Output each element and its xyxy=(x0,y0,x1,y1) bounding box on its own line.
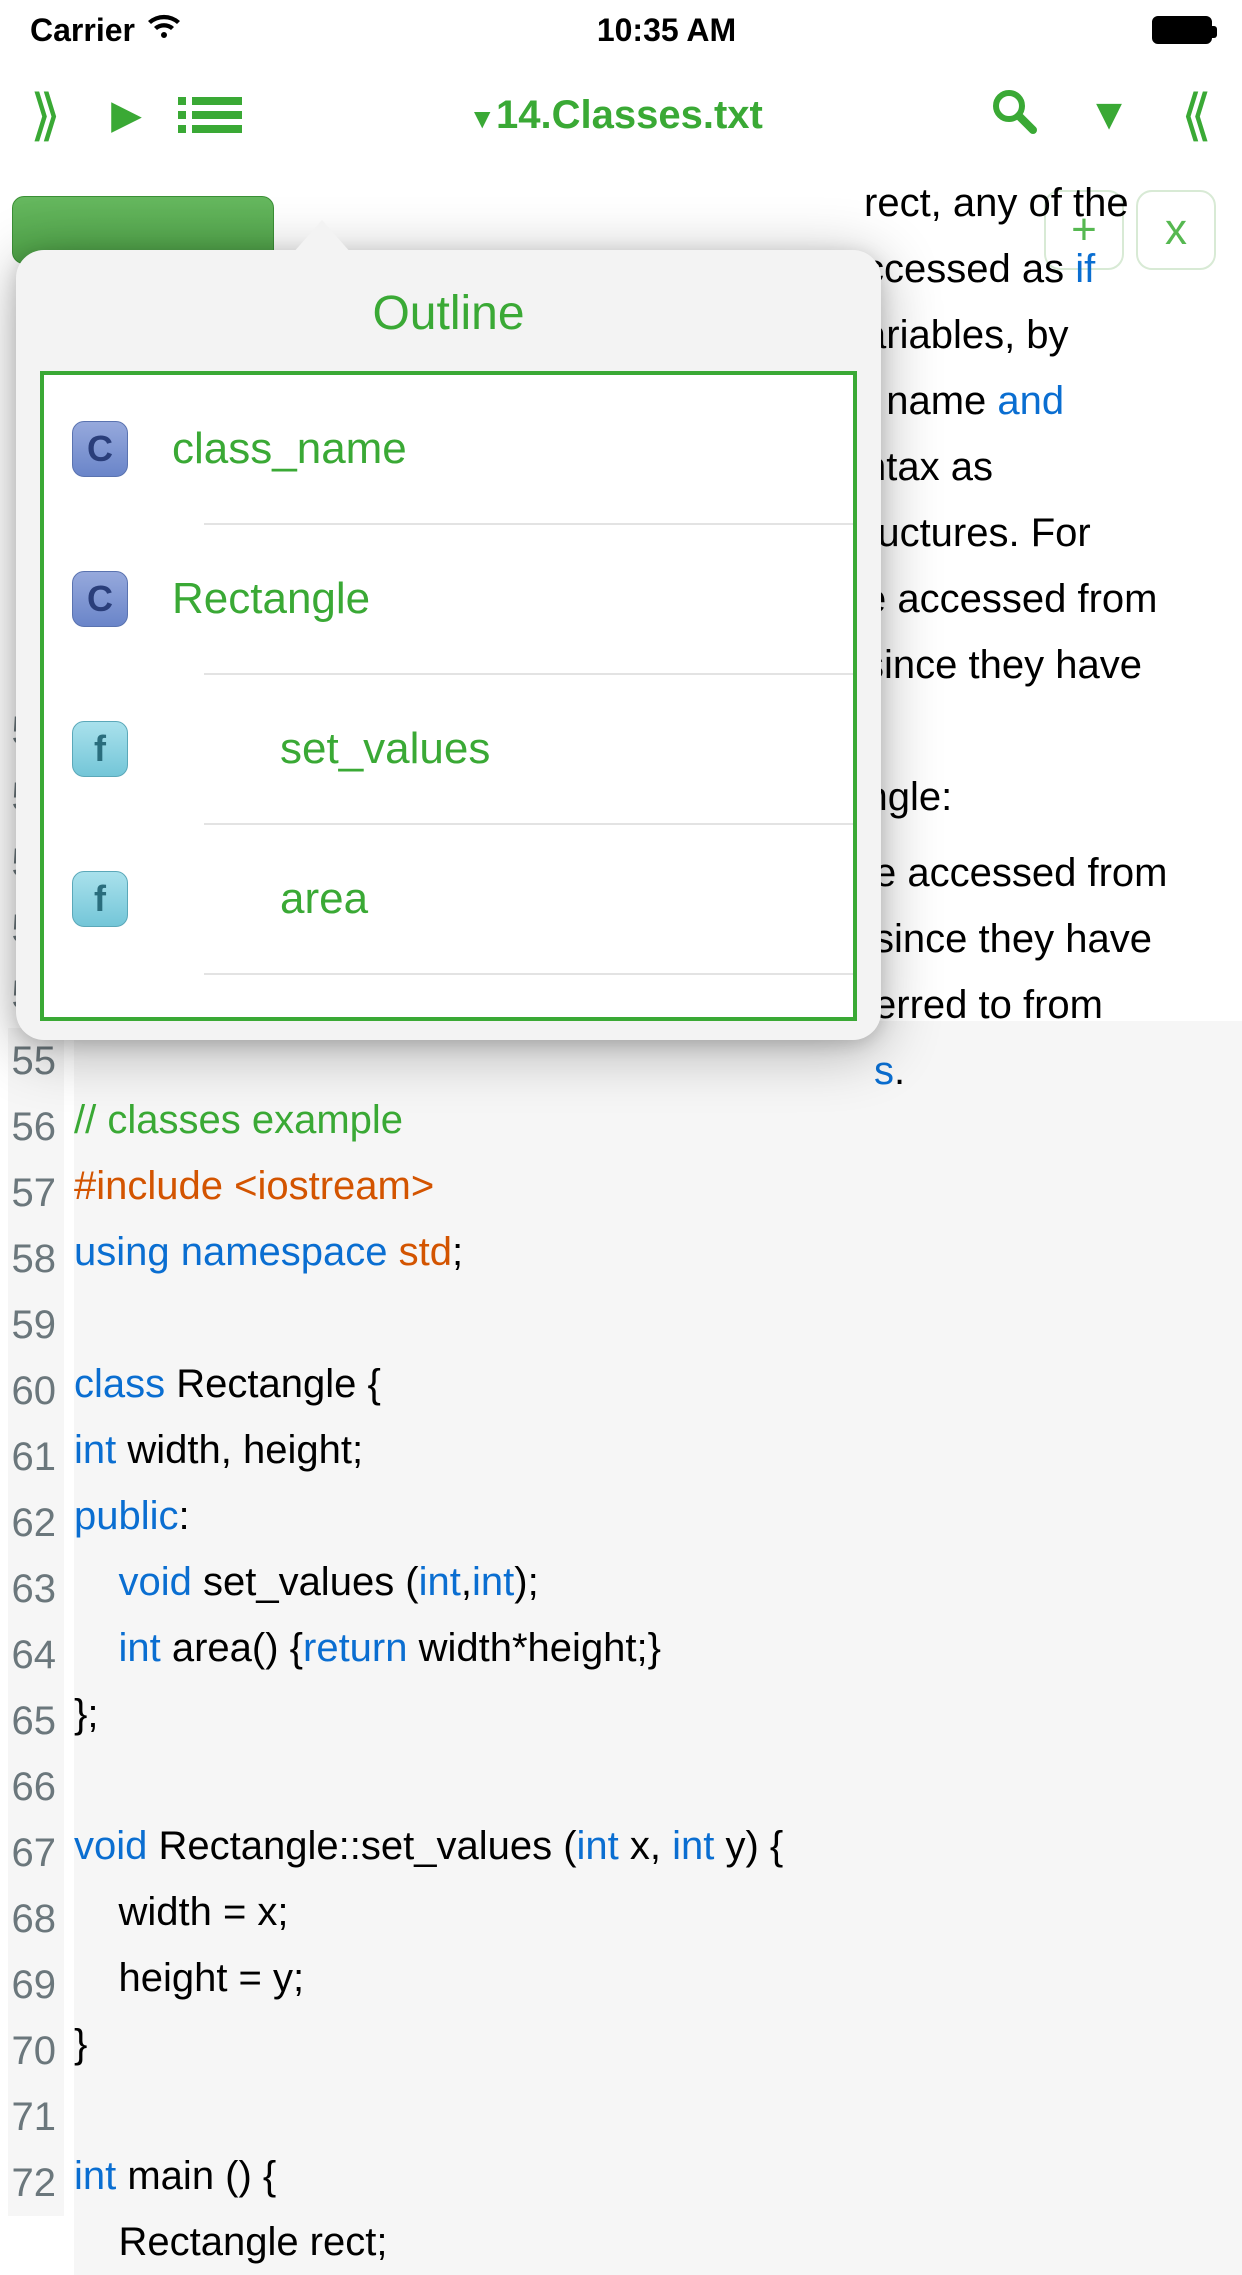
function-icon: f xyxy=(72,721,128,777)
text: void xyxy=(118,1560,191,1604)
text: return xyxy=(303,1626,408,1670)
clock-label: 10:35 AM xyxy=(597,12,736,49)
text: x, xyxy=(619,1824,672,1868)
outline-label: area xyxy=(280,874,368,924)
class-icon: C xyxy=(72,571,128,627)
carrier-label: Carrier xyxy=(30,12,135,49)
text: , xyxy=(461,1560,472,1604)
text: ntax as xyxy=(864,445,993,489)
text xyxy=(74,1560,118,1604)
line-number: 68 xyxy=(8,1886,64,1952)
text: int xyxy=(118,1626,160,1670)
text: ); xyxy=(514,1560,538,1604)
outline-item-class-name[interactable]: C class_name xyxy=(44,375,853,523)
text: width = x; xyxy=(74,1890,289,1934)
outline-item-area[interactable]: f area xyxy=(44,825,853,973)
toolbar: ⟫ ▶ ▼14.Classes.txt ▼ ⟪ xyxy=(0,60,1242,170)
text: width*height;} xyxy=(408,1626,662,1670)
text: <iostream> xyxy=(234,1164,434,1208)
line-number: 62 xyxy=(8,1490,64,1556)
text: : xyxy=(179,1494,190,1538)
text: public xyxy=(74,1494,179,1538)
text: int xyxy=(74,1428,116,1472)
text: } xyxy=(74,2022,87,2066)
outline-title: Outline xyxy=(16,250,881,371)
outline-label: set_values xyxy=(280,724,490,774)
text: Rectangle::set_values ( xyxy=(147,1824,576,1868)
outline-label: class_name xyxy=(172,424,407,474)
search-icon[interactable] xyxy=(989,86,1037,145)
line-number: 56 xyxy=(8,1094,64,1160)
line-number: 64 xyxy=(8,1622,64,1688)
text: using xyxy=(74,1230,170,1274)
text: t name xyxy=(864,379,997,423)
text: std xyxy=(399,1230,452,1274)
outline-item-set-values[interactable]: f set_values xyxy=(44,675,853,823)
outline-item-rectangle[interactable]: C Rectangle xyxy=(44,525,853,673)
line-number: 63 xyxy=(8,1556,64,1622)
text: ariables, by xyxy=(864,313,1069,357)
text: and xyxy=(997,379,1064,423)
outline-list[interactable]: C class_name C Rectangle f set_values f … xyxy=(40,371,857,1021)
text: ructures. For xyxy=(864,511,1091,555)
text: int xyxy=(577,1824,619,1868)
class-icon: C xyxy=(72,421,128,477)
text: set_values ( xyxy=(192,1560,419,1604)
line-number: 65 xyxy=(8,1688,64,1754)
outline-icon[interactable] xyxy=(192,97,242,133)
file-title[interactable]: ▼14.Classes.txt xyxy=(468,93,763,137)
text: int xyxy=(472,1560,514,1604)
text xyxy=(74,1626,118,1670)
line-number: 67 xyxy=(8,1820,64,1886)
text: class xyxy=(74,1362,165,1406)
line-number: 60 xyxy=(8,1358,64,1424)
text: if xyxy=(1075,247,1095,291)
outline-popover: Outline C class_name C Rectangle f set_v… xyxy=(16,250,881,1040)
function-icon: f xyxy=(72,871,128,927)
text: ccessed as xyxy=(864,247,1075,291)
menu-left-icon[interactable]: ⟫ xyxy=(30,82,61,148)
menu-right-icon[interactable]: ⟪ xyxy=(1181,82,1212,148)
text: ; xyxy=(452,1230,463,1274)
partial-text: e accessed from since they have erred to… xyxy=(874,840,1167,1104)
status-bar: Carrier 10:35 AM xyxy=(0,0,1242,60)
text: namespace xyxy=(170,1230,399,1274)
text: Rectangle rect; xyxy=(74,2220,387,2264)
battery-icon xyxy=(1152,16,1212,44)
comment: // classes example xyxy=(74,1098,403,1142)
text: void xyxy=(74,1824,147,1868)
text: int xyxy=(74,2154,116,2198)
run-icon[interactable]: ▶ xyxy=(111,92,142,138)
line-number: 59 xyxy=(8,1292,64,1358)
line-number: 66 xyxy=(8,1754,64,1820)
line-number: 70 xyxy=(8,2018,64,2084)
text: Rectangle { xyxy=(165,1362,381,1406)
text: e accessed from xyxy=(864,577,1157,621)
outline-label: Rectangle xyxy=(172,574,370,624)
dropdown-icon[interactable]: ▼ xyxy=(1087,90,1131,140)
line-number: 61 xyxy=(8,1424,64,1490)
line-number: 71 xyxy=(8,2084,64,2150)
text: rect, any of the xyxy=(864,181,1129,225)
text: int xyxy=(672,1824,714,1868)
line-number: 58 xyxy=(8,1226,64,1292)
wifi-icon xyxy=(147,14,181,47)
text: since they have xyxy=(864,643,1142,687)
text: width, height; xyxy=(116,1428,363,1472)
text: main () { xyxy=(116,2154,276,2198)
text: #include xyxy=(74,1164,234,1208)
text: int xyxy=(419,1560,461,1604)
text: area() { xyxy=(161,1626,303,1670)
text: }; xyxy=(74,1692,98,1736)
line-number: 69 xyxy=(8,1952,64,2018)
text: y) { xyxy=(714,1824,783,1868)
line-number: 72 xyxy=(8,2150,64,2216)
line-number: 57 xyxy=(8,1160,64,1226)
text: height = y; xyxy=(74,1956,304,2000)
